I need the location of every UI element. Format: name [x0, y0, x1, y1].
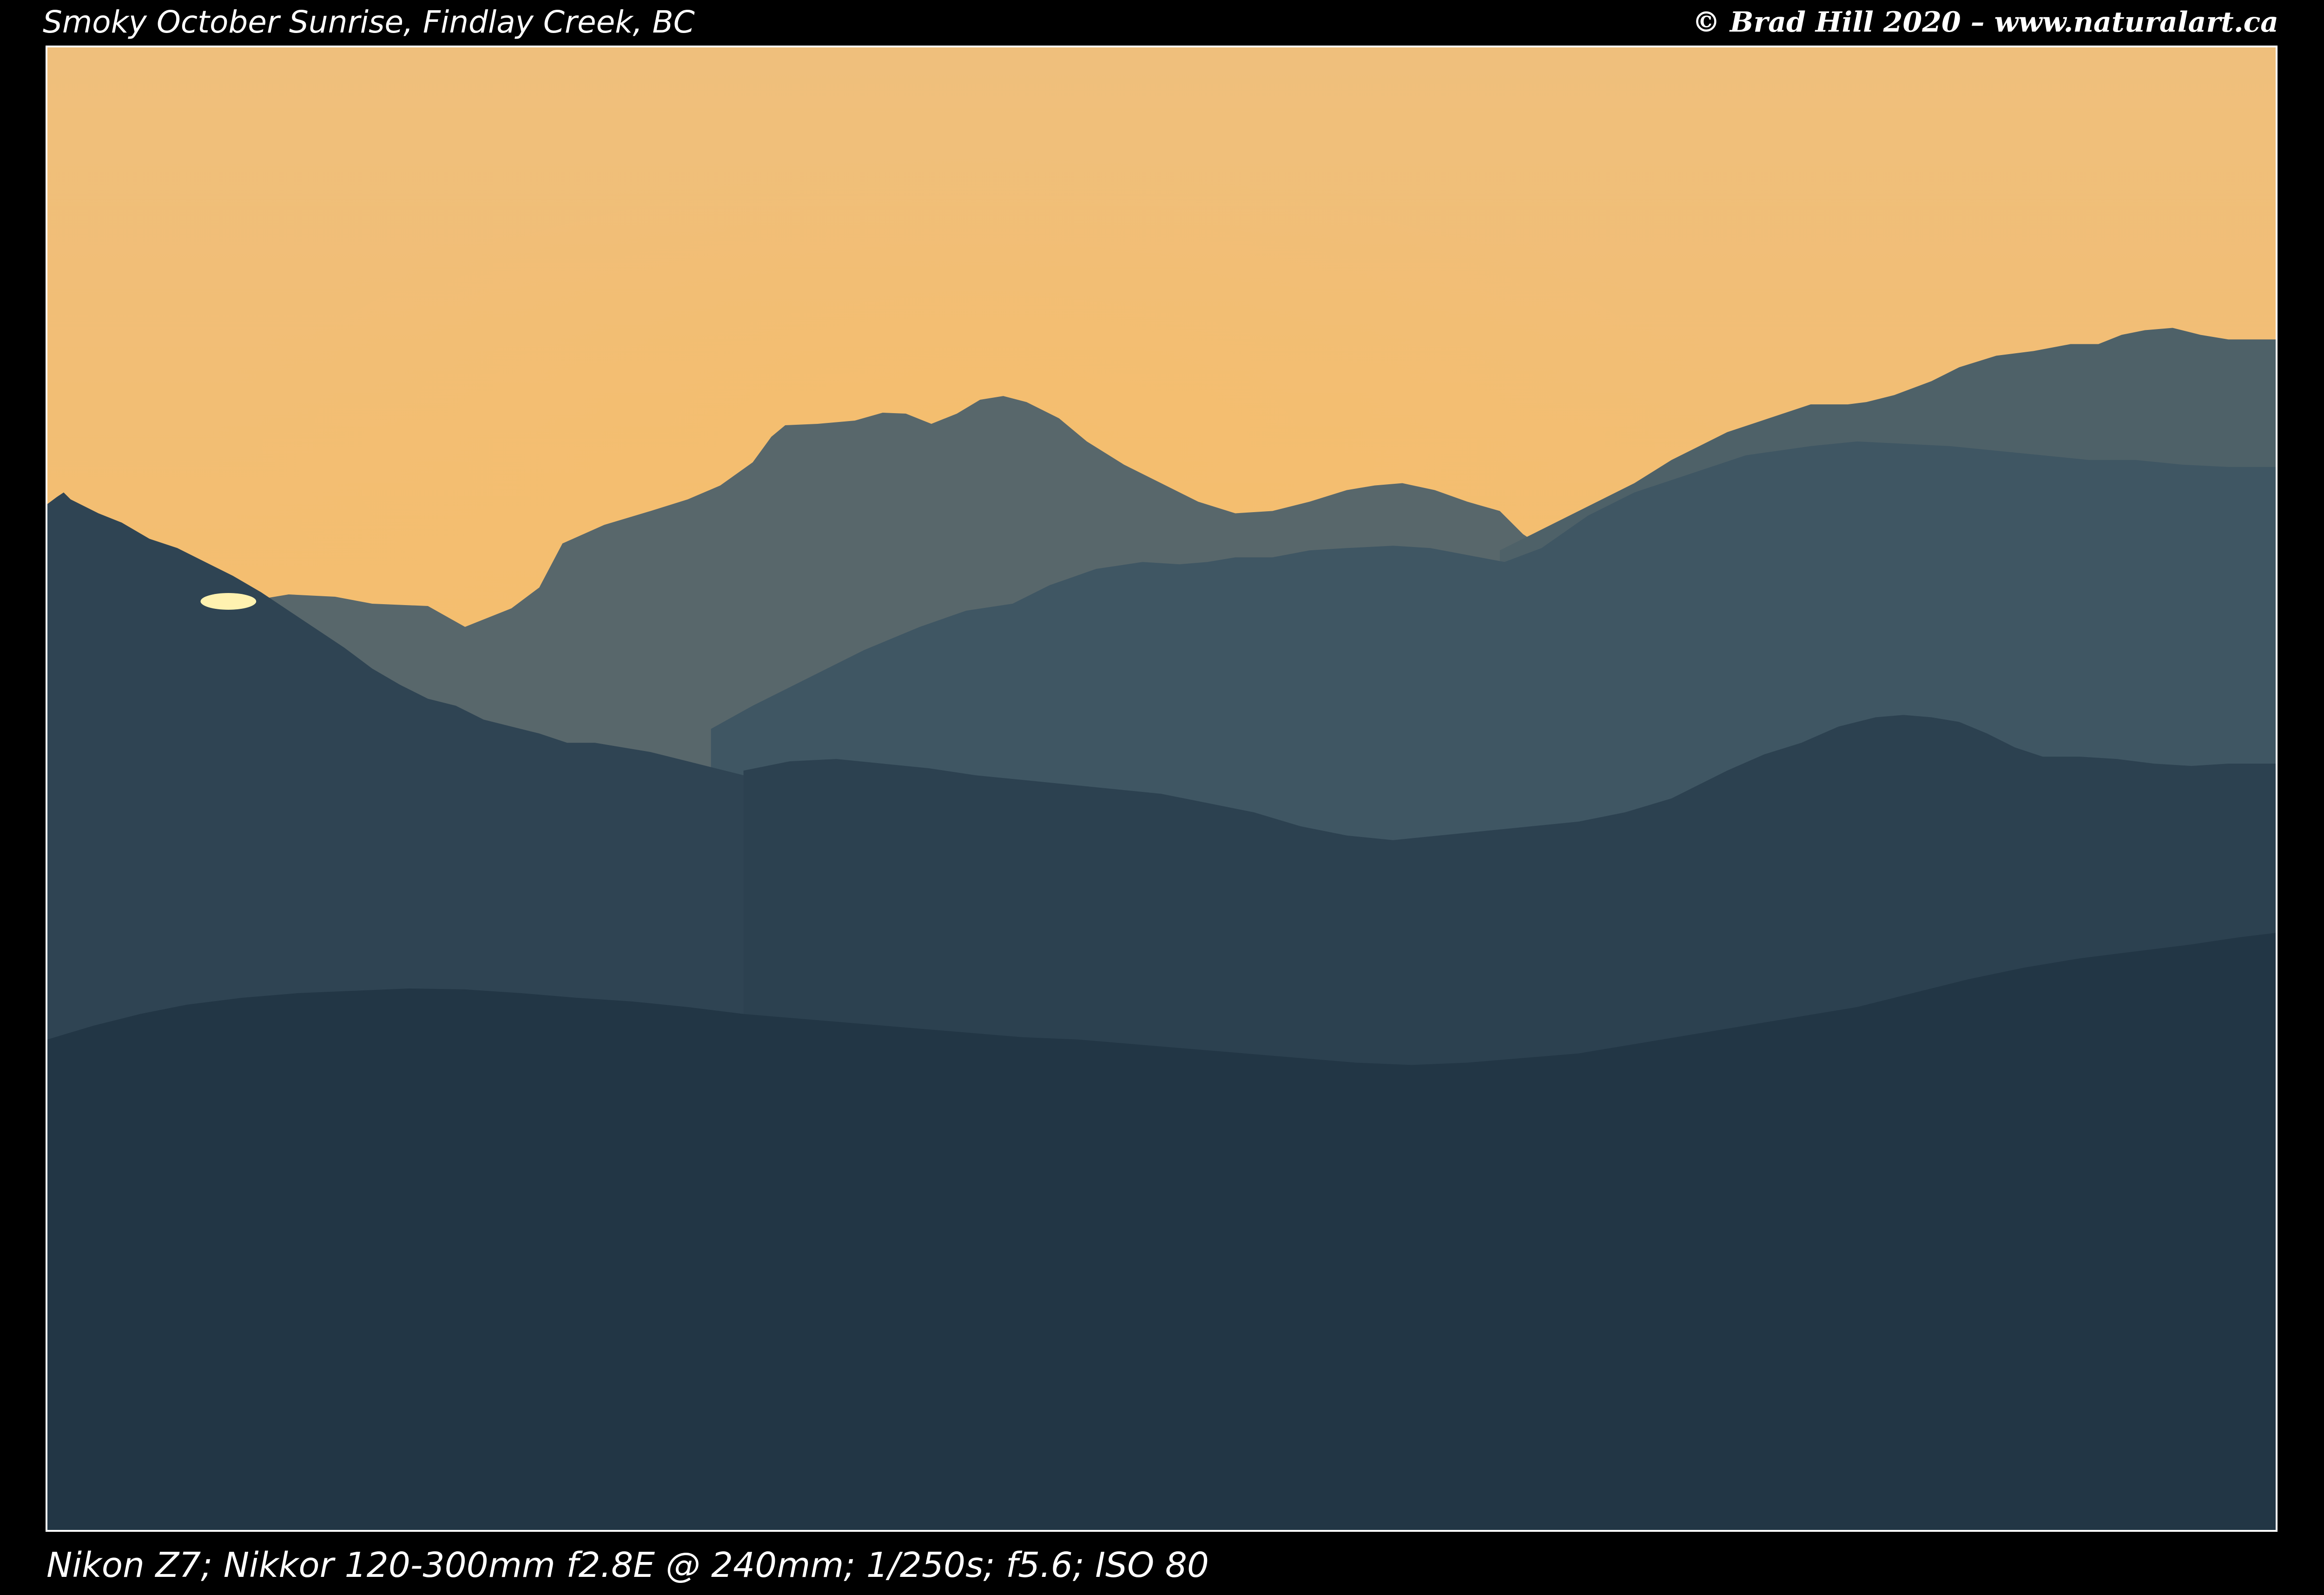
- camera-settings: Nikon Z7; Nikkor 120-300mm f2.8E @ 240mm…: [46, 1545, 1209, 1585]
- landscape-photo: [46, 46, 2278, 1532]
- mountain-sunrise-image: [47, 47, 2276, 1530]
- picture-frame: Smoky October Sunrise, Findlay Creek, BC…: [0, 0, 2324, 1595]
- photo-title: Smoky October Sunrise, Findlay Creek, BC: [43, 4, 695, 40]
- copyright-notice: © Brad Hill 2020 – www.naturalart.ca: [1692, 6, 2278, 39]
- sun-spark: [200, 593, 257, 610]
